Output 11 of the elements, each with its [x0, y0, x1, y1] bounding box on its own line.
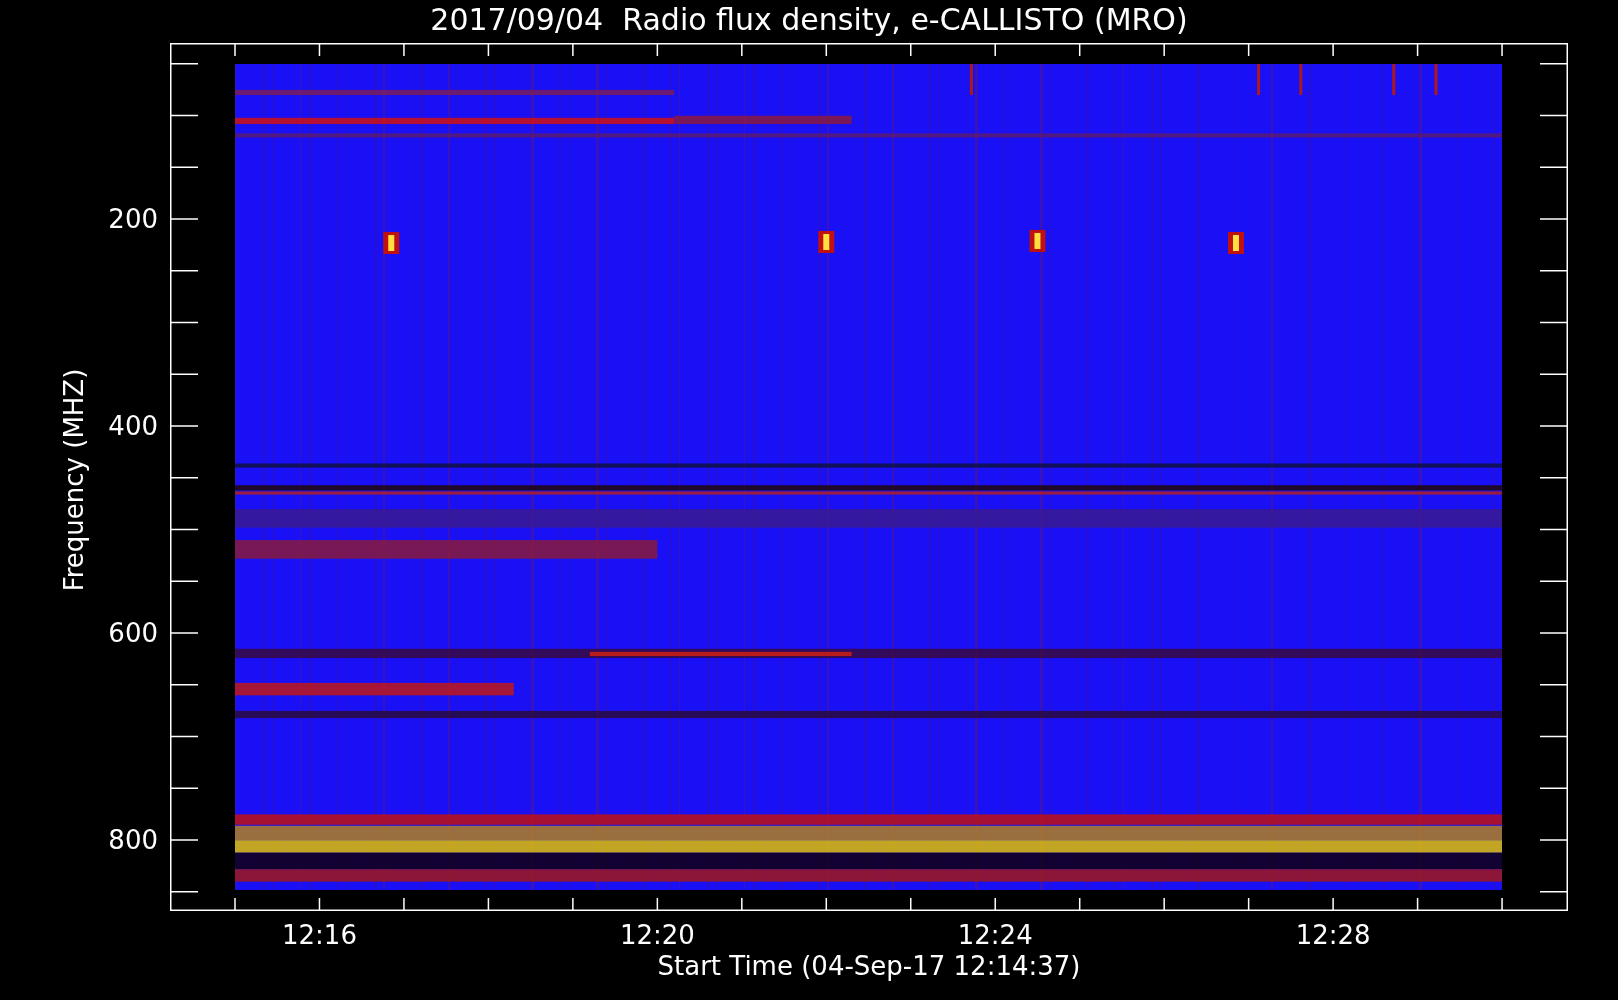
chart-title: 2017/09/04 Radio flux density, e-CALLISTO (MRO): [429, 1, 1189, 39]
x-tick-label: 12:24: [956, 920, 1034, 950]
x-tick-label: 12:16: [281, 920, 358, 950]
y-tick-label: 800: [107, 825, 158, 855]
x-tick-label: 12:20: [618, 920, 696, 950]
y-tick-label: 400: [107, 411, 158, 441]
y-axis-label: Frequency (MHZ): [59, 368, 89, 592]
x-tick-label: 12:28: [1294, 920, 1372, 950]
y-tick-label: 200: [107, 204, 158, 234]
x-axis-label: Start Time (04-Sep-17 12:14:37): [656, 951, 1082, 981]
y-tick-label: 600: [107, 618, 158, 648]
